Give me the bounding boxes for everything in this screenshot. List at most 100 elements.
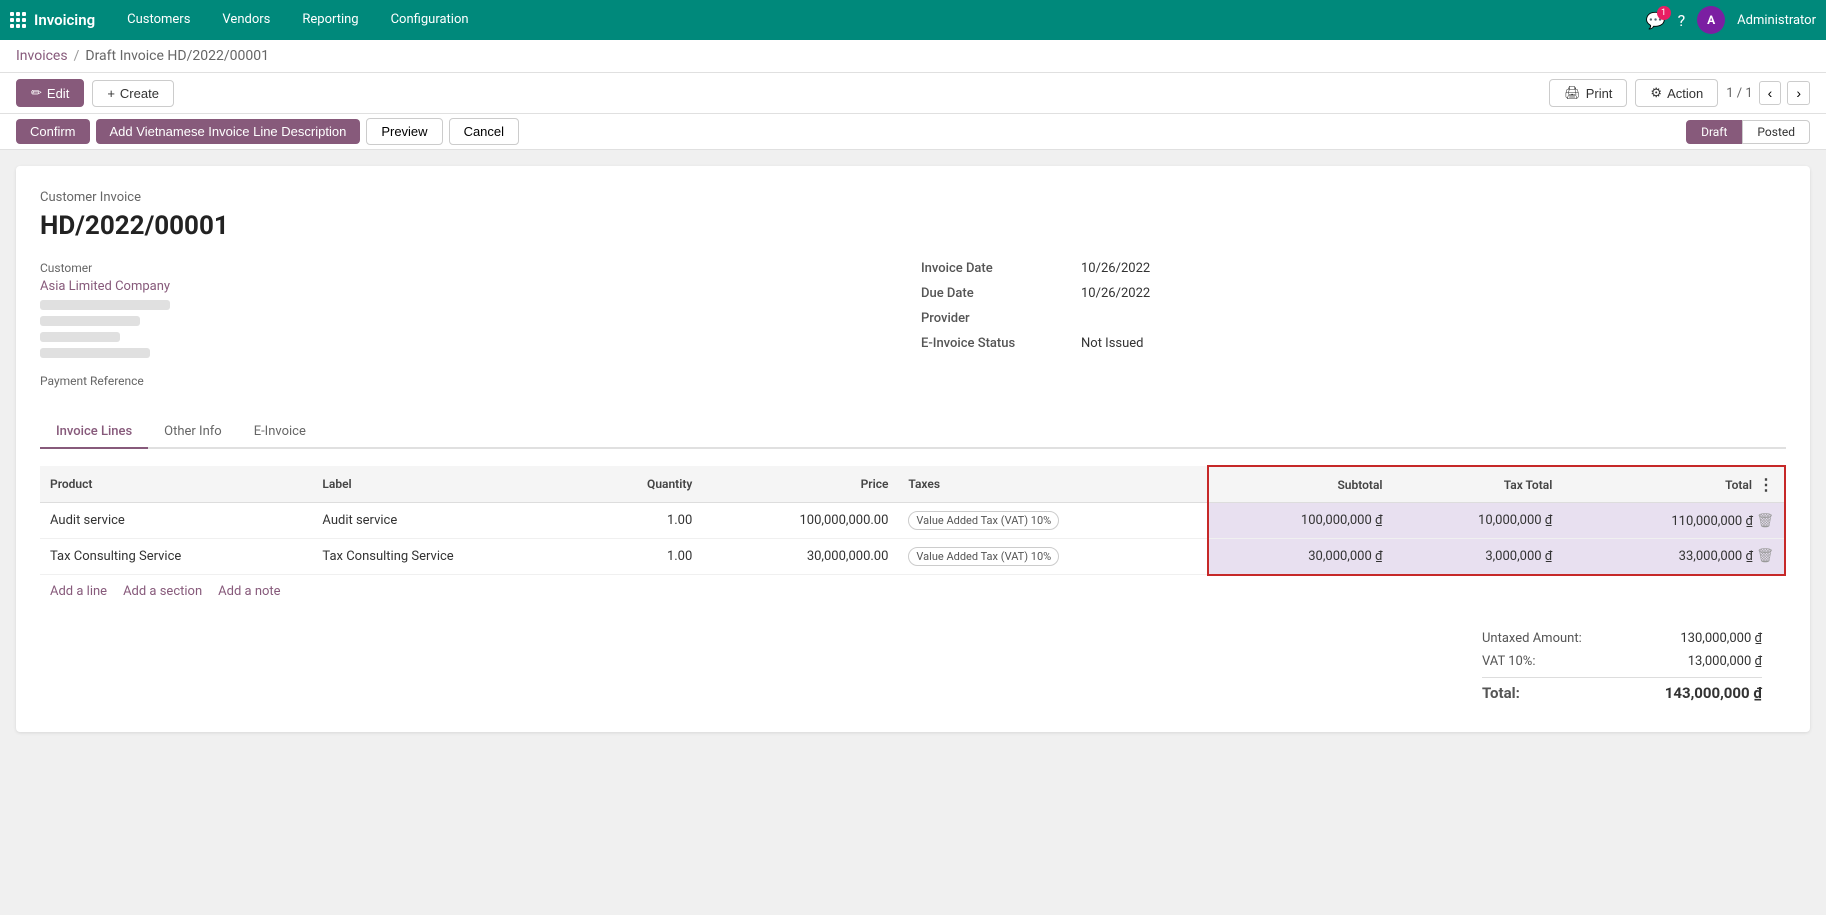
- row1-quantity: 1.00: [585, 503, 703, 539]
- preview-button[interactable]: Preview: [366, 118, 442, 145]
- untaxed-value: 130,000,000 ₫: [1680, 631, 1762, 646]
- top-navigation: Invoicing Customers Vendors Reporting Co…: [0, 0, 1826, 40]
- customer-address: [40, 300, 905, 358]
- create-button[interactable]: + Create: [92, 80, 174, 107]
- avatar[interactable]: A: [1697, 6, 1725, 34]
- status-bar: Confirm Add Vietnamese Invoice Line Desc…: [0, 114, 1826, 150]
- vat-label: VAT 10%:: [1482, 654, 1535, 669]
- gear-icon: ⚙: [1650, 85, 1662, 101]
- due-date-row: Due Date 10/26/2022: [921, 286, 1786, 301]
- next-page-button[interactable]: ›: [1787, 81, 1810, 105]
- row2-product: Tax Consulting Service: [40, 539, 312, 575]
- column-options-icon[interactable]: ⋮: [1758, 475, 1774, 494]
- app-logo[interactable]: Invoicing: [10, 11, 95, 29]
- row2-subtotal: 30,000,000 ₫: [1208, 539, 1393, 575]
- notification-badge: 1: [1657, 6, 1671, 20]
- payment-ref-field: Payment Reference: [40, 374, 905, 388]
- invoice-card: Customer Invoice HD/2022/00001 Customer …: [16, 166, 1810, 732]
- col-subtotal: Subtotal: [1208, 466, 1393, 503]
- tab-einvoice[interactable]: E-Invoice: [238, 416, 322, 449]
- confirm-button[interactable]: Confirm: [16, 119, 90, 144]
- row1-total: 110,000,000 ₫ 🗑: [1562, 503, 1785, 539]
- invoice-lines-table: Product Label Quantity Price Taxes Subto…: [40, 465, 1786, 576]
- breadcrumb-parent[interactable]: Invoices: [16, 48, 68, 64]
- status-draft[interactable]: Draft: [1686, 120, 1742, 144]
- due-date-value: 10/26/2022: [1081, 286, 1786, 301]
- edit-button[interactable]: ✏ Edit: [16, 79, 84, 107]
- delete-row2-icon[interactable]: 🗑: [1756, 548, 1774, 564]
- plus-icon: +: [107, 86, 115, 101]
- invoice-type-label: Customer Invoice: [40, 190, 1786, 205]
- due-date-label: Due Date: [921, 286, 1081, 301]
- delete-row1-icon[interactable]: 🗑: [1756, 513, 1774, 529]
- messaging-icon[interactable]: 💬 1: [1646, 11, 1666, 30]
- einvoice-status-value: Not Issued: [1081, 336, 1786, 351]
- row1-price: 100,000,000.00: [702, 503, 898, 539]
- print-button[interactable]: 🖨 Print: [1549, 79, 1627, 107]
- col-tax-total: Tax Total: [1393, 466, 1563, 503]
- invoice-date-value: 10/26/2022: [1081, 261, 1786, 276]
- menu-vendors[interactable]: Vendors: [206, 0, 286, 40]
- prev-page-button[interactable]: ‹: [1759, 81, 1782, 105]
- row1-taxes: Value Added Tax (VAT) 10%: [898, 503, 1207, 539]
- totals-section: Untaxed Amount: 130,000,000 ₫ VAT 10%: 1…: [40, 627, 1786, 708]
- col-price: Price: [702, 466, 898, 503]
- add-section-button[interactable]: Add a section: [123, 584, 202, 599]
- vat-row: VAT 10%: 13,000,000 ₫: [1482, 650, 1762, 673]
- pagination: 1 / 1 ‹ ›: [1726, 81, 1810, 105]
- row2-label: Tax Consulting Service: [312, 539, 584, 575]
- document-status: Draft Posted: [1686, 120, 1810, 144]
- tab-other-info[interactable]: Other Info: [148, 416, 238, 449]
- breadcrumb-current: Draft Invoice HD/2022/00001: [85, 48, 269, 64]
- einvoice-status-row: E-Invoice Status Not Issued: [921, 336, 1786, 351]
- edit-icon: ✏: [31, 85, 42, 101]
- col-quantity: Quantity: [585, 466, 703, 503]
- total-row: Total: 143,000,000 ₫: [1482, 677, 1762, 708]
- addr-line-1: [40, 300, 170, 310]
- invoice-date-label: Invoice Date: [921, 261, 1081, 276]
- invoice-fields: Customer Asia Limited Company Payment Re…: [40, 261, 1786, 392]
- menu-reporting[interactable]: Reporting: [286, 0, 374, 40]
- menu-configuration[interactable]: Configuration: [375, 0, 485, 40]
- customer-name[interactable]: Asia Limited Company: [40, 279, 905, 294]
- print-icon: 🖨: [1564, 85, 1581, 101]
- addr-line-4: [40, 348, 150, 358]
- breadcrumb-separator: /: [74, 48, 80, 64]
- tab-invoice-lines[interactable]: Invoice Lines: [40, 416, 148, 449]
- untaxed-row: Untaxed Amount: 130,000,000 ₫: [1482, 627, 1762, 650]
- table-row: Audit service Audit service 1.00 100,000…: [40, 503, 1785, 539]
- addr-line-3: [40, 332, 120, 342]
- addr-line-2: [40, 316, 140, 326]
- grid-icon: [10, 12, 26, 28]
- row1-subtotal: 100,000,000 ₫: [1208, 503, 1393, 539]
- invoice-tabs: Invoice Lines Other Info E-Invoice: [40, 416, 1786, 449]
- total-label: Total:: [1482, 684, 1520, 702]
- pagination-count: 1 / 1: [1726, 86, 1752, 101]
- total-value: 143,000,000 ₫: [1665, 684, 1762, 702]
- action-button[interactable]: ⚙ Action: [1635, 79, 1718, 107]
- table-row: Tax Consulting Service Tax Consulting Se…: [40, 539, 1785, 575]
- menu-customers[interactable]: Customers: [111, 0, 206, 40]
- table-actions: Add a line Add a section Add a note: [40, 576, 1786, 607]
- col-product: Product: [40, 466, 312, 503]
- row2-quantity: 1.00: [585, 539, 703, 575]
- cancel-button[interactable]: Cancel: [449, 118, 519, 145]
- provider-row: Provider: [921, 311, 1786, 326]
- status-posted[interactable]: Posted: [1742, 120, 1810, 144]
- action-bar: ✏ Edit + Create 🖨 Print ⚙ Action 1 / 1 ‹…: [0, 73, 1826, 114]
- row1-product: Audit service: [40, 503, 312, 539]
- main-content: Customer Invoice HD/2022/00001 Customer …: [0, 150, 1826, 748]
- col-total: Total ⋮: [1562, 466, 1785, 503]
- customer-label: Customer: [40, 261, 905, 275]
- row1-label: Audit service: [312, 503, 584, 539]
- row2-price: 30,000,000.00: [702, 539, 898, 575]
- topnav-right: 💬 1 ? A Administrator: [1646, 6, 1816, 34]
- add-note-button[interactable]: Add a note: [218, 584, 280, 599]
- vat-value: 13,000,000 ₫: [1688, 654, 1762, 669]
- add-line-button[interactable]: Add a line: [50, 584, 107, 599]
- add-vn-description-button[interactable]: Add Vietnamese Invoice Line Description: [96, 119, 361, 144]
- row2-taxes: Value Added Tax (VAT) 10%: [898, 539, 1207, 575]
- payment-ref-label: Payment Reference: [40, 374, 905, 388]
- help-icon[interactable]: ?: [1678, 11, 1686, 30]
- row2-total: 33,000,000 ₫ 🗑: [1562, 539, 1785, 575]
